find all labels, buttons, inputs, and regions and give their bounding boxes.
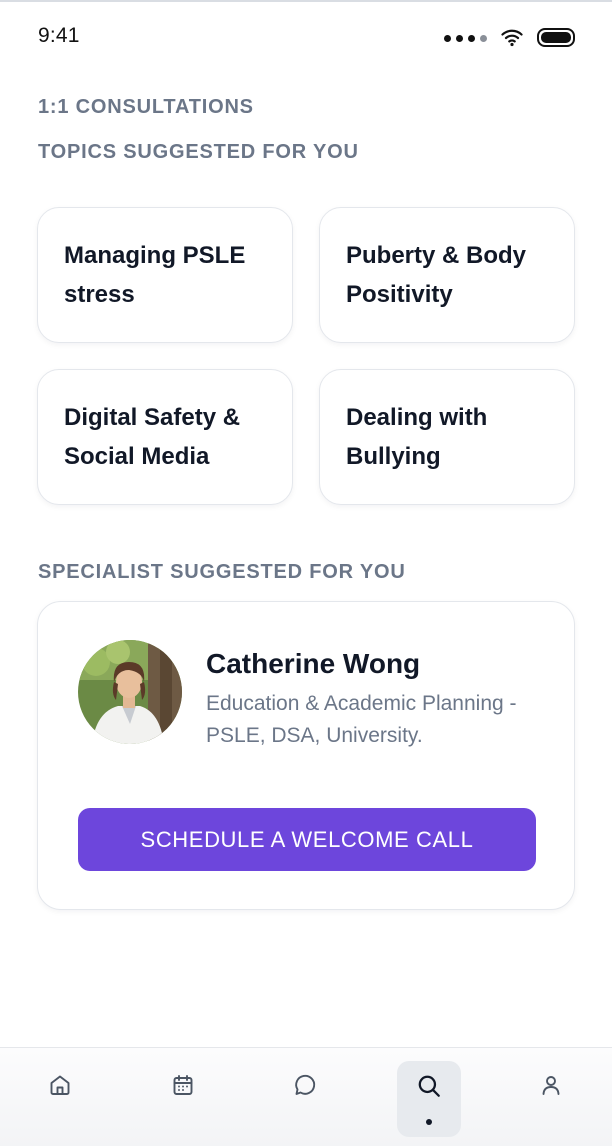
calendar-icon [173, 1075, 193, 1095]
tab-profile[interactable] [519, 1048, 583, 1128]
specialist-avatar [78, 640, 182, 744]
specialist-name: Catherine Wong [206, 648, 421, 679]
tab-messages[interactable] [273, 1048, 337, 1128]
topics-heading: TOPICS SUGGESTED FOR YOU [38, 141, 359, 163]
topic-card-digital-safety[interactable]: Digital Safety & Social Media [37, 369, 293, 505]
active-tab-indicator [426, 1119, 432, 1125]
search-icon [418, 1075, 440, 1097]
topic-title: Managing PSLE stress [64, 242, 246, 308]
wifi-icon [501, 29, 523, 47]
specialist-card[interactable]: Catherine Wong Education & Academic Plan… [37, 601, 575, 910]
tab-calendar[interactable] [151, 1048, 215, 1128]
topic-title: Dealing with Bullying [346, 404, 488, 470]
home-icon [50, 1075, 70, 1095]
bottom-tab-bar [0, 1047, 612, 1146]
consultations-heading: 1:1 CONSULTATIONS [38, 96, 254, 118]
tab-search[interactable] [397, 1061, 461, 1137]
topic-card-dealing-with-bullying[interactable]: Dealing with Bullying [319, 369, 575, 505]
status-time: 9:41 [38, 24, 80, 47]
topic-title: Puberty & Body Positivity [346, 242, 527, 308]
schedule-welcome-call-button[interactable]: SCHEDULE A WELCOME CALL [78, 808, 536, 871]
specialist-heading: SPECIALIST SUGGESTED FOR YOU [38, 561, 406, 583]
tab-home[interactable] [28, 1048, 92, 1128]
topic-title: Digital Safety & Social Media [64, 404, 241, 470]
status-bar: 9:41 [0, 0, 612, 72]
specialist-description: Education & Academic Planning - PSLE, DS… [206, 692, 517, 747]
profile-icon [542, 1076, 560, 1095]
chat-icon [295, 1074, 316, 1095]
topic-card-puberty-body-positivity[interactable]: Puberty & Body Positivity [319, 207, 575, 343]
cellular-signal-icon [444, 34, 487, 42]
topic-card-managing-psle-stress[interactable]: Managing PSLE stress [37, 207, 293, 343]
battery-icon [537, 28, 575, 47]
